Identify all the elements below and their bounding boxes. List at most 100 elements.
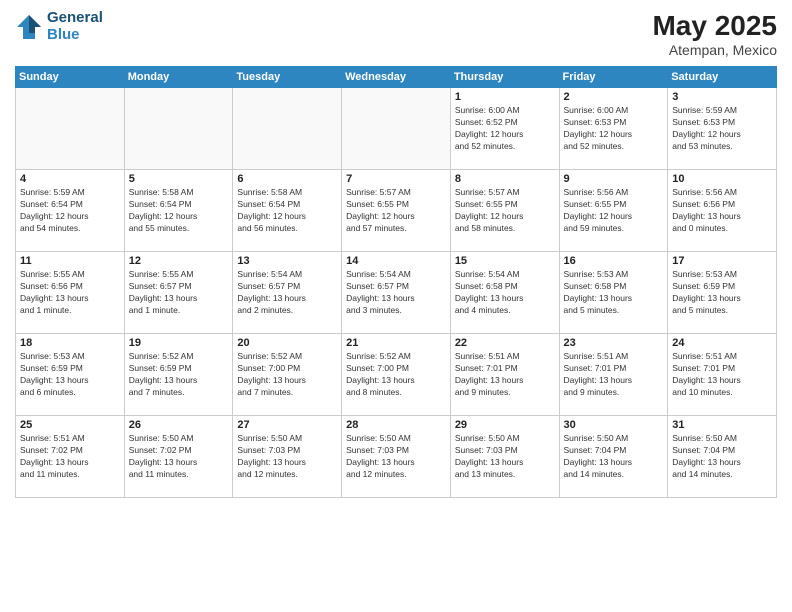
location: Atempan, Mexico (652, 42, 777, 58)
calendar-cell: 7 Sunrise: 5:57 AM Sunset: 6:55 PM Daylig… (342, 170, 451, 252)
day-number: 1 (455, 91, 555, 103)
day-number: 5 (129, 173, 229, 185)
calendar-cell: 19 Sunrise: 5:52 AM Sunset: 6:59 PM Dayli… (124, 334, 233, 416)
col-header-wednesday: Wednesday (342, 67, 451, 88)
calendar-cell: 18 Sunrise: 5:53 AM Sunset: 6:59 PM Dayli… (16, 334, 125, 416)
calendar-table: SundayMondayTuesdayWednesdayThursdayFrid… (15, 66, 777, 498)
day-info: Sunrise: 5:50 AM Sunset: 7:04 PM Dayligh… (564, 433, 664, 481)
calendar-cell: 25 Sunrise: 5:51 AM Sunset: 7:02 PM Dayli… (16, 416, 125, 498)
col-header-thursday: Thursday (450, 67, 559, 88)
day-number: 27 (237, 419, 337, 431)
calendar-cell: 22 Sunrise: 5:51 AM Sunset: 7:01 PM Dayli… (450, 334, 559, 416)
day-info: Sunrise: 5:50 AM Sunset: 7:02 PM Dayligh… (129, 433, 229, 481)
calendar-cell: 4Sunrise: 5:59 AM Sunset: 6:54 PM Daylig… (16, 170, 125, 252)
day-info: Sunrise: 5:54 AM Sunset: 6:57 PM Dayligh… (346, 269, 446, 317)
day-info: Sunrise: 5:50 AM Sunset: 7:03 PM Dayligh… (237, 433, 337, 481)
day-number: 16 (564, 255, 664, 267)
day-info: Sunrise: 5:51 AM Sunset: 7:01 PM Dayligh… (672, 351, 772, 399)
day-info: Sunrise: 5:58 AM Sunset: 6:54 PM Dayligh… (237, 187, 337, 235)
day-info: Sunrise: 5:51 AM Sunset: 7:02 PM Dayligh… (20, 433, 120, 481)
day-info: Sunrise: 5:51 AM Sunset: 7:01 PM Dayligh… (564, 351, 664, 399)
day-number: 13 (237, 255, 337, 267)
calendar-cell: 28Sunrise: 5:50 AM Sunset: 7:03 PM Dayli… (342, 416, 451, 498)
day-number: 12 (129, 255, 229, 267)
day-info: Sunrise: 5:59 AM Sunset: 6:54 PM Dayligh… (20, 187, 120, 235)
calendar-cell: 2 Sunrise: 6:00 AM Sunset: 6:53 PM Daylig… (559, 88, 668, 170)
day-number: 18 (20, 337, 120, 349)
header: General Blue May 2025 Atempan, Mexico (15, 10, 777, 58)
calendar-cell: 13 Sunrise: 5:54 AM Sunset: 6:57 PM Dayli… (233, 252, 342, 334)
day-info: Sunrise: 5:58 AM Sunset: 6:54 PM Dayligh… (129, 187, 229, 235)
day-info: Sunrise: 6:00 AM Sunset: 6:53 PM Dayligh… (564, 105, 664, 153)
day-number: 23 (564, 337, 664, 349)
day-info: Sunrise: 5:54 AM Sunset: 6:57 PM Dayligh… (237, 269, 337, 317)
week-row-5: 25 Sunrise: 5:51 AM Sunset: 7:02 PM Dayli… (16, 416, 777, 498)
day-number: 3 (672, 91, 772, 103)
day-info: Sunrise: 5:55 AM Sunset: 6:57 PM Dayligh… (129, 269, 229, 317)
day-number: 10 (672, 173, 772, 185)
calendar-cell: 30 Sunrise: 5:50 AM Sunset: 7:04 PM Dayli… (559, 416, 668, 498)
day-number: 11 (20, 255, 120, 267)
day-info: Sunrise: 5:56 AM Sunset: 6:56 PM Dayligh… (672, 187, 772, 235)
day-info: Sunrise: 6:00 AM Sunset: 6:52 PM Dayligh… (455, 105, 555, 153)
day-info: Sunrise: 5:53 AM Sunset: 6:58 PM Dayligh… (564, 269, 664, 317)
calendar-cell: 15 Sunrise: 5:54 AM Sunset: 6:58 PM Dayli… (450, 252, 559, 334)
day-number: 19 (129, 337, 229, 349)
calendar-cell: 6 Sunrise: 5:58 AM Sunset: 6:54 PM Daylig… (233, 170, 342, 252)
calendar-cell (342, 88, 451, 170)
calendar-cell: 16 Sunrise: 5:53 AM Sunset: 6:58 PM Dayli… (559, 252, 668, 334)
day-number: 17 (672, 255, 772, 267)
page: General Blue May 2025 Atempan, Mexico Su… (0, 0, 792, 612)
day-number: 24 (672, 337, 772, 349)
week-row-3: 11 Sunrise: 5:55 AM Sunset: 6:56 PM Dayli… (16, 252, 777, 334)
week-row-4: 18 Sunrise: 5:53 AM Sunset: 6:59 PM Dayli… (16, 334, 777, 416)
day-number: 29 (455, 419, 555, 431)
day-info: Sunrise: 5:52 AM Sunset: 6:59 PM Dayligh… (129, 351, 229, 399)
calendar-cell (16, 88, 125, 170)
day-info: Sunrise: 5:53 AM Sunset: 6:59 PM Dayligh… (20, 351, 120, 399)
day-info: Sunrise: 5:55 AM Sunset: 6:56 PM Dayligh… (20, 269, 120, 317)
col-header-tuesday: Tuesday (233, 67, 342, 88)
calendar-cell: 5 Sunrise: 5:58 AM Sunset: 6:54 PM Daylig… (124, 170, 233, 252)
day-info: Sunrise: 5:56 AM Sunset: 6:55 PM Dayligh… (564, 187, 664, 235)
day-number: 25 (20, 419, 120, 431)
calendar-cell: 8Sunrise: 5:57 AM Sunset: 6:55 PM Daylig… (450, 170, 559, 252)
calendar-header-row: SundayMondayTuesdayWednesdayThursdayFrid… (16, 67, 777, 88)
day-number: 7 (346, 173, 446, 185)
logo: General Blue (15, 10, 103, 43)
day-number: 2 (564, 91, 664, 103)
day-number: 8 (455, 173, 555, 185)
day-number: 14 (346, 255, 446, 267)
logo-icon (15, 13, 43, 41)
day-number: 26 (129, 419, 229, 431)
day-info: Sunrise: 5:52 AM Sunset: 7:00 PM Dayligh… (237, 351, 337, 399)
calendar-cell: 11 Sunrise: 5:55 AM Sunset: 6:56 PM Dayli… (16, 252, 125, 334)
calendar-cell: 12 Sunrise: 5:55 AM Sunset: 6:57 PM Dayli… (124, 252, 233, 334)
calendar-cell: 29 Sunrise: 5:50 AM Sunset: 7:03 PM Dayli… (450, 416, 559, 498)
day-number: 31 (672, 419, 772, 431)
calendar-cell: 21Sunrise: 5:52 AM Sunset: 7:00 PM Dayli… (342, 334, 451, 416)
calendar-cell (124, 88, 233, 170)
day-info: Sunrise: 5:50 AM Sunset: 7:03 PM Dayligh… (455, 433, 555, 481)
day-number: 30 (564, 419, 664, 431)
calendar-cell (233, 88, 342, 170)
calendar-cell: 26 Sunrise: 5:50 AM Sunset: 7:02 PM Dayli… (124, 416, 233, 498)
week-row-1: 1 Sunrise: 6:00 AM Sunset: 6:52 PM Daylig… (16, 88, 777, 170)
calendar-cell: 23 Sunrise: 5:51 AM Sunset: 7:01 PM Dayli… (559, 334, 668, 416)
col-header-sunday: Sunday (16, 67, 125, 88)
calendar-cell: 3 Sunrise: 5:59 AM Sunset: 6:53 PM Daylig… (668, 88, 777, 170)
day-info: Sunrise: 5:51 AM Sunset: 7:01 PM Dayligh… (455, 351, 555, 399)
day-info: Sunrise: 5:57 AM Sunset: 6:55 PM Dayligh… (346, 187, 446, 235)
calendar-cell: 24 Sunrise: 5:51 AM Sunset: 7:01 PM Dayli… (668, 334, 777, 416)
day-info: Sunrise: 5:59 AM Sunset: 6:53 PM Dayligh… (672, 105, 772, 153)
day-info: Sunrise: 5:50 AM Sunset: 7:03 PM Dayligh… (346, 433, 446, 481)
day-number: 6 (237, 173, 337, 185)
day-number: 22 (455, 337, 555, 349)
day-number: 15 (455, 255, 555, 267)
logo-text: General Blue (47, 10, 103, 43)
day-info: Sunrise: 5:54 AM Sunset: 6:58 PM Dayligh… (455, 269, 555, 317)
day-info: Sunrise: 5:50 AM Sunset: 7:04 PM Dayligh… (672, 433, 772, 481)
calendar-cell: 27 Sunrise: 5:50 AM Sunset: 7:03 PM Dayli… (233, 416, 342, 498)
title-block: May 2025 Atempan, Mexico (652, 10, 777, 58)
col-header-monday: Monday (124, 67, 233, 88)
